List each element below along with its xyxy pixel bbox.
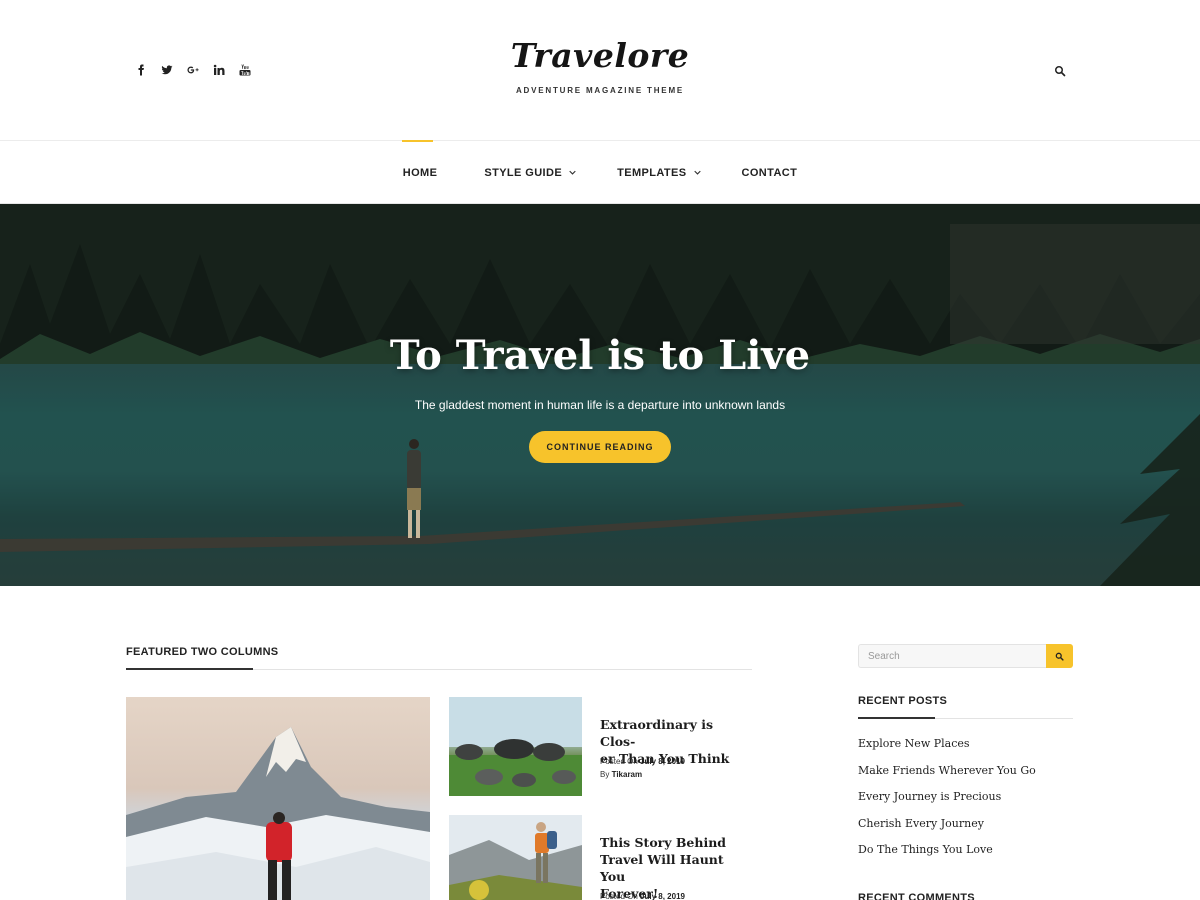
- search-icon: [1055, 652, 1064, 661]
- search-input[interactable]: [858, 644, 1047, 668]
- search-icon[interactable]: [1051, 62, 1069, 80]
- continue-reading-button[interactable]: CONTINUE READING: [529, 431, 671, 463]
- search-submit-button[interactable]: [1046, 644, 1073, 668]
- by-label: By: [600, 770, 610, 779]
- facebook-icon[interactable]: [128, 62, 154, 78]
- hero-pine-branch: [1100, 414, 1200, 586]
- recent-post-link[interactable]: Do The Things You Love: [858, 841, 1036, 868]
- post-date[interactable]: July 8, 2019: [640, 892, 685, 900]
- featured-section-heading: FEATURED TWO COLUMNS: [126, 646, 279, 658]
- google-plus-icon[interactable]: [180, 62, 206, 78]
- logo-title: Travelore: [510, 36, 690, 75]
- sidebar-search: [858, 644, 1073, 668]
- post-title-line: Extraordinary is Clos-: [600, 717, 714, 749]
- recent-post-link[interactable]: Cherish Every Journey: [858, 815, 1036, 842]
- nav-item-label: STYLE GUIDE: [484, 166, 563, 179]
- post-title-line: This Story Behind: [600, 835, 727, 850]
- widget-divider-accent: [858, 717, 935, 719]
- nav-item-label: CONTACT: [741, 166, 798, 179]
- post-date[interactable]: July 8, 2019: [640, 757, 685, 766]
- recent-posts-title: RECENT POSTS: [858, 695, 948, 707]
- recent-post-link[interactable]: Make Friends Wherever You Go: [858, 762, 1036, 789]
- recent-post-link[interactable]: Every Journey is Precious: [858, 788, 1036, 815]
- nav-item-home[interactable]: HOME: [401, 140, 438, 204]
- posted-on-label: Posted On: [600, 892, 638, 900]
- post-meta: Posted On July 8, 2019 By Tikaram: [600, 755, 685, 781]
- post-title-line: Travel Will Haunt You: [600, 852, 724, 884]
- nav-item-label: TEMPLATES: [617, 166, 687, 179]
- twitter-icon[interactable]: [154, 62, 180, 78]
- post-meta: Posted On July 8, 2019: [600, 890, 685, 900]
- section-divider-accent: [126, 668, 253, 670]
- social-links: [128, 62, 258, 78]
- post-thumbnail[interactable]: [449, 697, 582, 796]
- nav-item-contact[interactable]: CONTACT: [742, 141, 798, 204]
- hiker-image: [449, 815, 582, 900]
- hero-title: To Travel is to Live: [389, 332, 811, 379]
- hero-banner: To Travel is to Live The gladdest moment…: [0, 204, 1200, 586]
- posted-on-label: Posted On: [600, 757, 638, 766]
- nav-item-templates[interactable]: TEMPLATES: [617, 141, 701, 204]
- logo-tagline: ADVENTURE MAGAZINE THEME: [515, 86, 685, 95]
- recent-post-link[interactable]: Explore New Places: [858, 735, 1036, 762]
- post-author[interactable]: Tikaram: [612, 770, 643, 779]
- youtube-icon[interactable]: [232, 62, 258, 78]
- main-nav: HOME STYLE GUIDE TEMPLATES CONTACT: [0, 140, 1200, 204]
- hero-traveler-figure: [407, 439, 421, 538]
- featured-main-image[interactable]: [126, 697, 430, 900]
- linkedin-icon[interactable]: [206, 62, 232, 78]
- chevron-down-icon: [693, 169, 702, 177]
- recent-posts-list: Explore New Places Make Friends Wherever…: [858, 735, 1036, 868]
- hero-log-bridge: [0, 502, 965, 552]
- post-thumbnail[interactable]: [449, 815, 582, 900]
- site-header: Travelore ADVENTURE MAGAZINE THEME: [0, 0, 1200, 141]
- stones-image: [449, 697, 582, 796]
- chevron-down-icon: [569, 169, 577, 177]
- nav-item-label: HOME: [402, 166, 438, 179]
- mountain-image: [126, 727, 430, 900]
- nav-item-style-guide[interactable]: STYLE GUIDE: [484, 141, 577, 204]
- hero-subtitle: The gladdest moment in human life is a d…: [414, 398, 786, 412]
- recent-comments-title: RECENT COMMENTS: [858, 892, 975, 900]
- site-logo[interactable]: Travelore ADVENTURE MAGAZINE THEME: [500, 36, 700, 95]
